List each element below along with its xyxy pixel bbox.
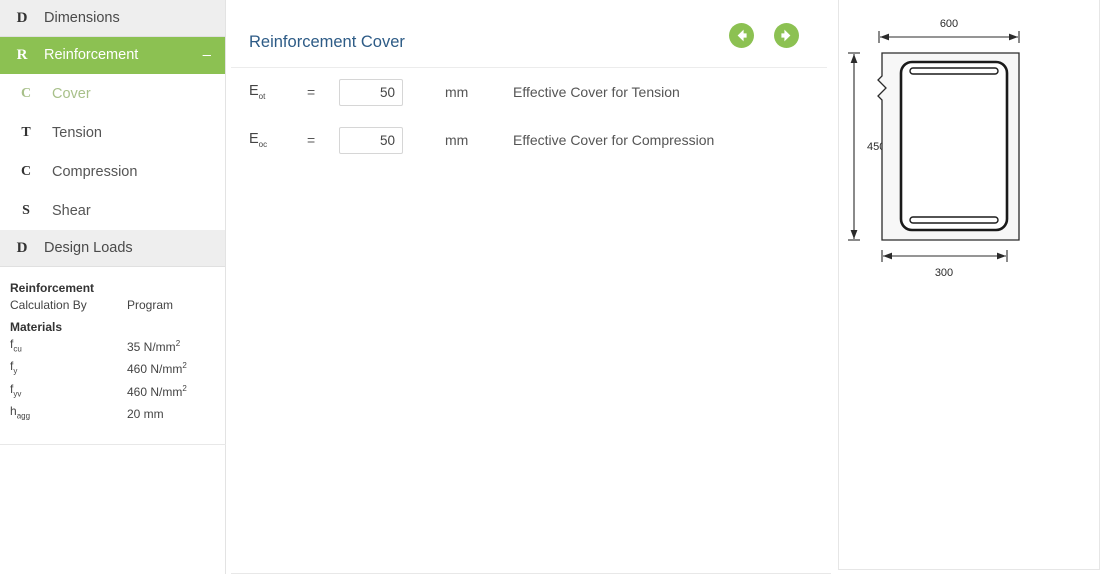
main-content-panel: Reinforcement Cover Eot = mm Effective C…: [231, 0, 831, 574]
bottom-rebar: [909, 216, 999, 224]
sidebar-group-label: Reinforcement: [44, 47, 139, 63]
equals-sign: =: [307, 132, 316, 148]
bottom-dimension: [881, 250, 1008, 262]
arrow-left-icon: [737, 29, 747, 42]
sidebar-item-tension[interactable]: T Tension: [0, 113, 225, 152]
content-header: Reinforcement Cover: [231, 0, 827, 68]
effective-cover-tension-input[interactable]: [339, 78, 403, 106]
navigation-buttons: [729, 23, 799, 48]
sidebar-group-reinforcement[interactable]: R Reinforcement –: [0, 37, 225, 74]
beam-section-diagram-panel: 600 450 300: [838, 0, 1100, 570]
field-unit: mm: [445, 84, 469, 100]
reinforcement-icon: R: [16, 46, 28, 63]
summary-row-fy: fy 460 N/mm2: [10, 358, 216, 379]
field-unit: mm: [445, 132, 469, 148]
field-symbol: Eot: [249, 83, 266, 101]
top-rebar: [909, 67, 999, 75]
sidebar-item-label: Tension: [52, 124, 102, 141]
sidebar: D Dimensions R Reinforcement – C Cover T…: [0, 0, 226, 574]
sidebar-group-dimensions[interactable]: D Dimensions: [0, 0, 225, 37]
sidebar-item-label: Cover: [52, 85, 91, 102]
summary-key: fcu: [10, 337, 22, 354]
equals-sign: =: [307, 84, 316, 100]
summary-value: Program: [127, 298, 174, 312]
sidebar-group-label: Design Loads: [44, 240, 133, 256]
forward-button[interactable]: [774, 23, 799, 48]
sidebar-item-label: Compression: [52, 163, 138, 180]
back-button[interactable]: [729, 23, 754, 48]
beam-cross-section-drawing: 600 450 300: [848, 18, 1020, 279]
materials-summary-panel: Reinforcement Calculation By Program Mat…: [0, 274, 226, 445]
summary-title: Reinforcement: [10, 281, 95, 295]
summary-value: 460 N/mm2: [127, 361, 187, 377]
design-loads-icon: D: [16, 239, 28, 256]
summary-row-fyv: fyv 460 N/mm2: [10, 381, 216, 402]
arrow-right-icon: [781, 29, 791, 42]
collapse-toggle-icon[interactable]: –: [203, 48, 211, 63]
summary-row-hagg: hagg 20 mm: [10, 403, 216, 424]
field-row-effective-cover-compression: Eoc = mm Effective Cover for Compression: [231, 116, 831, 164]
summary-key: Calculation By: [10, 298, 87, 312]
summary-key: fy: [10, 359, 18, 376]
field-row-effective-cover-tension: Eot = mm Effective Cover for Tension: [231, 68, 831, 116]
field-symbol: Eoc: [249, 131, 268, 149]
bottom-dimension-label: 300: [935, 267, 953, 279]
top-dimension-label: 600: [940, 18, 958, 30]
field-description: Effective Cover for Tension: [513, 84, 680, 100]
sidebar-item-shear[interactable]: S Shear: [0, 191, 225, 230]
tension-icon: T: [21, 124, 31, 140]
sidebar-item-compression[interactable]: C Compression: [0, 152, 225, 191]
summary-row-fcu: fcu 35 N/mm2: [10, 336, 216, 357]
field-description: Effective Cover for Compression: [513, 132, 715, 148]
sidebar-item-label: Shear: [52, 202, 91, 219]
summary-row-calculation-by: Calculation By Program: [10, 297, 216, 313]
left-dimension: [848, 52, 860, 241]
summary-value: 35 N/mm2: [127, 339, 181, 354]
top-dimension: [878, 31, 1020, 43]
sidebar-group-label: Dimensions: [44, 10, 120, 26]
effective-cover-compression-input[interactable]: [339, 126, 403, 154]
dimensions-icon: D: [16, 9, 28, 26]
summary-materials-label: Materials: [10, 320, 63, 334]
summary-value: 20 mm: [127, 407, 164, 422]
summary-key: hagg: [10, 404, 31, 421]
cover-icon: C: [20, 85, 32, 101]
summary-key: fyv: [10, 381, 22, 399]
compression-icon: C: [20, 163, 32, 179]
shear-icon: S: [22, 202, 30, 218]
sidebar-item-cover[interactable]: C Cover: [0, 74, 225, 113]
stirrup-link: [899, 60, 1009, 232]
summary-value: 460 N/mm2: [127, 383, 187, 399]
sidebar-group-design-loads[interactable]: D Design Loads: [0, 230, 225, 267]
page-title: Reinforcement Cover: [249, 33, 405, 51]
